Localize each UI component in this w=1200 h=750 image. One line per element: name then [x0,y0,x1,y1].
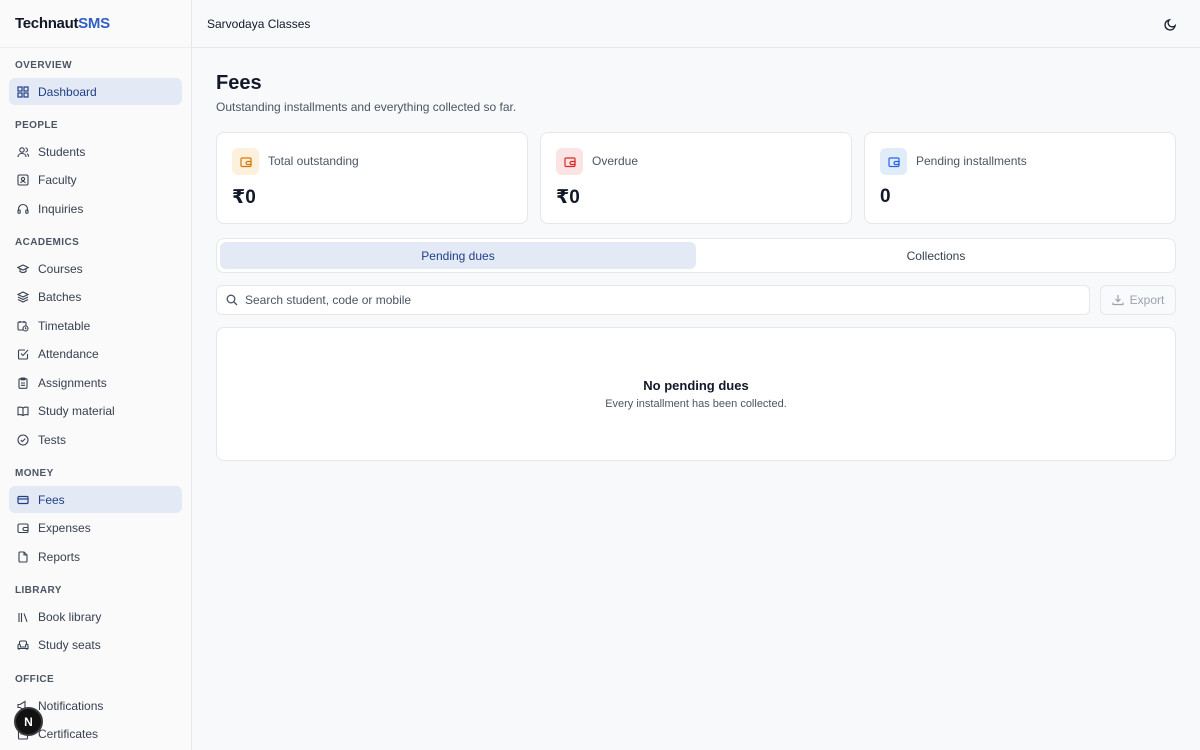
brand-name-part1: Technaut [15,15,79,32]
export-button[interactable]: Export [1100,285,1176,315]
wallet-icon [232,148,259,175]
search-icon [226,294,238,306]
sidebar-item-inquiries[interactable]: Inquiries [9,195,182,222]
sidebar-item-dashboard[interactable]: Dashboard [9,78,182,105]
stat-value: 0 [880,186,891,207]
stat-label: Overdue [592,154,639,168]
sidebar-item-courses[interactable]: Courses [9,255,182,282]
org-name: Sarvodaya Classes [207,16,311,31]
sidebar-item-reports[interactable]: Reports [9,543,182,570]
stat-label: Total outstanding [268,154,359,168]
section-people: PEOPLE [15,120,58,131]
stat-card-overdue: Overdue ₹0 [540,132,852,224]
headset-icon [17,203,29,215]
wallet-icon [17,522,29,534]
sidebar-item-fees[interactable]: Fees [9,486,182,513]
sidebar-item-label: Expenses [38,520,91,535]
calendar-clock-icon [17,320,29,332]
sidebar-item-assignments[interactable]: Assignments [9,369,182,396]
stat-card-total-outstanding: Total outstanding ₹0 [216,132,528,224]
sidebar-item-batches[interactable]: Batches [9,283,182,310]
sidebar-item-label: Certificates [38,726,99,741]
sidebar-item-label: Inquiries [38,201,84,216]
wallet-icon [880,148,907,175]
stat-value: ₹0 [232,187,256,208]
wallet-icon [556,148,583,175]
brand-logo[interactable]: Technaut SMS [0,0,191,48]
sidebar-item-timetable[interactable]: Timetable [9,312,182,339]
sidebar-item-label: Study material [38,403,115,418]
stat-card-pending-installments: Pending installments 0 [864,132,1176,224]
armchair-icon [17,639,29,651]
section-office: OFFICE [15,674,55,685]
sidebar-item-expenses[interactable]: Expenses [9,514,182,541]
sidebar-item-book-library[interactable]: Book library [9,603,182,630]
empty-state: No pending dues Every installment has be… [216,327,1176,461]
tab-collections[interactable]: Collections [698,242,1174,269]
empty-state-title: No pending dues [643,378,749,393]
layers-icon [17,290,29,303]
sidebar-item-label: Dashboard [38,84,97,99]
sidebar-item-attendance[interactable]: Attendance [9,340,182,367]
brand-name-part2: SMS [78,15,110,32]
page-title: Fees [216,72,262,94]
file-text-icon [17,550,29,563]
sidebar-item-label: Notifications [38,698,104,713]
page-subtitle: Outstanding installments and everything … [216,100,517,114]
id-card-icon [17,173,29,186]
library-icon [17,611,29,623]
moon-icon[interactable] [1162,16,1178,32]
section-money: MONEY [15,468,54,479]
section-overview: OVERVIEW [15,60,72,71]
section-academics: ACADEMICS [15,237,80,248]
dashboard-icon [17,85,29,98]
sidebar-item-students[interactable]: Students [9,138,182,165]
graduation-cap-icon [17,263,29,275]
sidebar-item-label: Students [38,144,86,159]
sidebar-item-study-material[interactable]: Study material [9,397,182,424]
section-library: LIBRARY [15,585,62,596]
sidebar-item-study-seats[interactable]: Study seats [9,631,182,658]
book-open-icon [17,405,29,417]
sidebar-item-label: Faculty [38,172,77,187]
tab-bar: Pending dues Collections [216,238,1176,273]
export-label: Export [1129,293,1165,307]
sidebar-item-label: Timetable [38,318,91,333]
sidebar-item-label: Study seats [38,637,101,652]
topbar: Sarvodaya Classes [192,0,1200,48]
empty-state-description: Every installment has been collected. [605,398,787,410]
check-circle-icon [17,433,29,446]
download-icon [1112,295,1124,306]
clipboard-icon [17,376,29,389]
search-box [216,285,1090,315]
sidebar-item-label: Batches [38,289,82,304]
sidebar-item-label: Assignments [38,375,107,390]
check-square-icon [17,348,29,360]
stat-value: ₹0 [556,187,580,208]
sidebar-item-label: Tests [38,432,67,447]
sidebar-item-faculty[interactable]: Faculty [9,166,182,193]
tab-pending-dues[interactable]: Pending dues [220,242,696,269]
credit-card-icon [17,494,29,506]
sidebar-item-label: Fees [38,492,65,507]
sidebar-item-label: Book library [38,609,102,624]
search-input[interactable] [245,293,1065,307]
sidebar-item-label: Courses [38,261,83,276]
sidebar-item-tests[interactable]: Tests [9,426,182,453]
user-avatar-button[interactable]: N [14,707,43,736]
stat-label: Pending installments [916,154,1027,168]
sidebar-item-label: Reports [38,549,81,564]
sidebar-item-label: Attendance [38,346,99,361]
sidebar: Technaut SMS OVERVIEW Dashboard PEOPLE St… [0,0,192,750]
users-icon [17,146,29,158]
